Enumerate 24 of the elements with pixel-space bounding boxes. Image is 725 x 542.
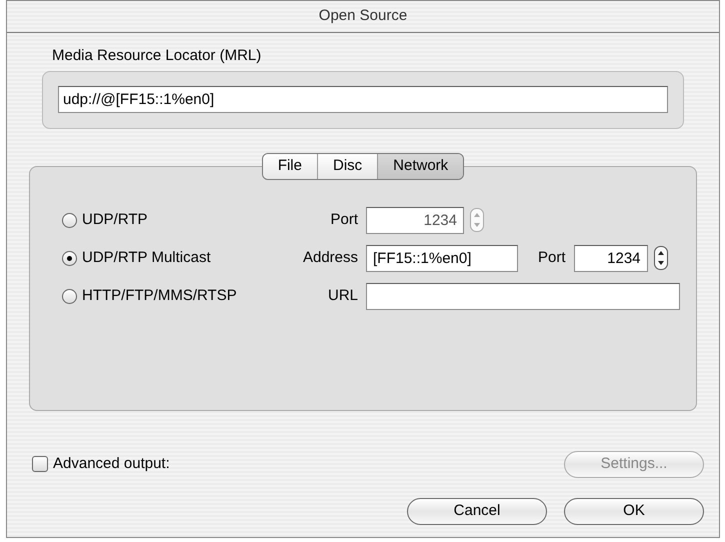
radio-label: HTTP/FTP/MMS/RTSP <box>82 286 237 306</box>
radio-label: UDP/RTP Multicast <box>82 248 211 268</box>
mrl-label: Media Resource Locator (MRL) <box>52 46 262 66</box>
field-label: URL <box>326 286 358 306</box>
port-field[interactable]: 1234 <box>574 244 648 272</box>
checkbox[interactable] <box>32 456 48 472</box>
stepper-icon[interactable] <box>654 246 668 270</box>
tab[interactable]: Disc <box>316 154 378 178</box>
window-title: Open Source <box>318 6 408 26</box>
tab[interactable]: Network <box>377 154 464 178</box>
radio-button[interactable] <box>62 288 77 304</box>
radio-button-selected[interactable] <box>62 250 77 266</box>
address-field[interactable]: [FF15::1%en0] <box>366 244 518 272</box>
url-field[interactable] <box>366 282 680 310</box>
radio-label: UDP/RTP <box>82 210 148 230</box>
mrl-field[interactable]: udp://@[FF15::1%en0] <box>58 86 668 113</box>
dialog-button[interactable]: OK <box>564 498 704 524</box>
checkbox-label: Advanced output: <box>53 454 170 474</box>
dialog-button[interactable]: Cancel <box>407 498 547 524</box>
tab[interactable]: File <box>262 154 317 178</box>
radio-button[interactable] <box>62 212 77 228</box>
field-label: Port <box>538 248 566 268</box>
field-label: Port <box>329 210 358 230</box>
field-label: Address <box>302 248 358 268</box>
